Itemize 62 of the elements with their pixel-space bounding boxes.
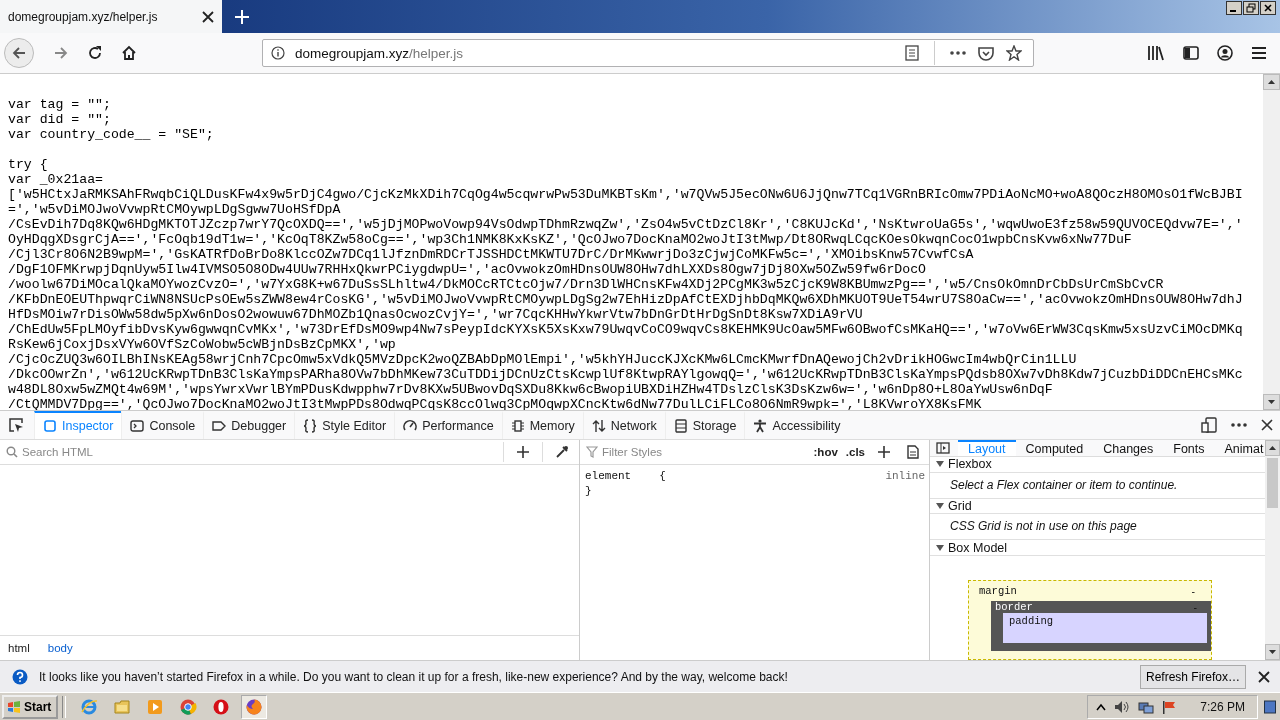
clock: 7:26 PM <box>1200 699 1245 714</box>
devtools-tab[interactable]: Memory <box>501 411 583 439</box>
code-line: /woolw67DiMOcalQkaMOYwozCvzO=','w7YxG8K+w67DuSsSLhltw4/DkMOCcRTCtcOjw7/Drn3DlWHCnsKFw4XDj2PCgMK3w5zCjcK9W8KBUmwzPg==','w5/CnsOkOmnDrCbDsUrCmSbCvCR <box>8 277 1164 292</box>
breadcrumb[interactable]: body <box>47 642 73 654</box>
code-line: var tag = ""; <box>8 97 111 112</box>
sidebar-tab[interactable]: Layout <box>958 440 1016 456</box>
section-header[interactable]: Box Model <box>930 540 1265 556</box>
start-button[interactable]: Start <box>2 694 59 719</box>
browser-tab[interactable]: domegroupjam.xyz/helper.js <box>0 0 222 33</box>
section-message: Select a Flex container or item to continue. <box>930 472 1265 499</box>
search-field[interactable]: Search HTML <box>22 446 495 458</box>
devtools-tab[interactable]: Performance <box>394 411 502 439</box>
address-bar[interactable]: domegroupjam.xyz/helper.js <box>262 39 1034 67</box>
brace: } <box>585 484 593 499</box>
box-value: - <box>1191 585 1195 597</box>
code-line: w48DL8Oxw5wZMQt4w69M','wpsYwrxVwrlBYmPDusKdwpphw7rDv8KXw5UBwovDqSXDu8Kkw6cBwopiUBXDiHZHw4TDslzClsK3DsKzw6w=','w6nDp8O+L8OaYwUsw6nDqF <box>8 382 1053 397</box>
code-line: ['w5HCtxJaRMKSAhFRwqbCiQLDusKFw4x9w5rDjC4gwo/CjcKzMkXDih7CqOg4w5cqwrwPw53DuMKBTsKm','w7QVw5J5ecONw6U6JjQnw7TCq1VGRnBRIcOmw7PDiAoNcMO+woA8QOczH8OMOsO1fWcBJBI <box>8 187 1243 202</box>
box-label: padding <box>1009 615 1054 627</box>
section-header[interactable]: Flexbox <box>930 457 1265 473</box>
code-line: OyHDqgXDsgrCjA==','FcOqb19dT1w=','KcOqT8KZw58oCg==','wp3Ch1NMK8KxKsKZ','QcOJwo7DocKnaMO2woJtI3tMwp/Dt8ORwqLCqcKOesOkwqnCocO1wpbCnsKvw6xNw77DuF <box>8 232 1132 247</box>
code-line: var did = ""; <box>8 112 111 127</box>
code-line: /ChEdUw5FpLMOyfibDvsKyw6gwwqnCvMKx','w73DrEfDsMO9wp4Nw7sPeypIdcKYXsK5XsKxw79UwqvCoCO9wqvCs8KEHMK9UcOaw5MFw6OBwofCsMKaHQ==','w7oVw6ErWW3CqsKmw5xsUzvCiMOcDMKq <box>8 322 1243 337</box>
box-label: margin <box>979 585 1017 597</box>
code-line: try { <box>8 157 48 172</box>
devtools-tab[interactable]: Inspector <box>34 411 122 439</box>
code-line: /CjcOcZUQ3w6OILBhINsKEAg58wrjCnh7CpcOmw5xVdkQ5MVzDpcK2woQZBAbDpMOlEmpi','w5khYHJuccKJXcKMw6LCmcKMwrfDnAQewojCh2vDrikHOGwcIm4wbQrCin1LLU <box>8 352 1077 367</box>
devtools-tab[interactable]: Network <box>582 411 665 439</box>
refresh-button[interactable]: Refresh Firefox… <box>1139 664 1246 689</box>
url-text: domegroupjam.xyz/helper.js <box>295 45 464 61</box>
sidebar-tab[interactable]: Fonts <box>1163 440 1215 456</box>
code-line: /KFbDnEOEUThpwqrCiWN8NSUcPsOEw5sZWW8ew4rCosKG','w5vDiMOJwoVvwpRtCMOywpLDgSg2w7EhHizDpAfCtEXDjhbDqMKQw6XDhMKUOT9UeT54wrU7S8OaCw==','acOvwokzOmHDnsOUW8OHw7dhJ <box>8 292 1243 307</box>
rule-source[interactable]: inline <box>885 469 925 484</box>
box-label: border <box>995 601 1033 613</box>
box-value: - <box>1193 601 1197 613</box>
devtools-tab[interactable]: Accessibility <box>744 411 849 439</box>
sidebar-tab[interactable]: Animat <box>1214 440 1265 456</box>
section-header[interactable]: Grid <box>930 498 1265 515</box>
toggle-button[interactable]: .cls <box>845 446 865 458</box>
brace: { <box>659 469 666 484</box>
code-line: /DkcOOwrZn','w612UcKRwpTDnB3ClsKaYmpsPARha8OVw7bDhMKew73CuTDDijDCnUzCtsKcwplUf8KtwpRAYlgowqQ=','w612UcKRwpTDnB3ClsKaYmpsPQdsb8OXw7vDh8Kdw7jCuzbDiDDCnEHCsMKc <box>8 367 1243 382</box>
toggle-button[interactable]: :hov <box>813 446 838 458</box>
code-line: /DgF1OFMKrwpjDqnUyw5Ilw4IVMSO5O8ODw4UUw7RHHxQkwrPCiygdwpU=','acOvwokzOmHDnsOUW8OHw7dhLXXDs8Ogw7jDj8OXw5OZw59fw6rDocO <box>8 262 926 277</box>
code-line: var _0x21aa= <box>8 172 103 187</box>
code-line: HfDsMOiw7rDisOWw58dw5pXw6nDosO2wowuw67DhMOZb1QnasOcwozCvjY=','wr7CqcKHHwYkwrVtw7bDnGrDtHrDgSnDt8Ksw7XDiA9rVU <box>8 307 863 322</box>
code-line: /CtQMMDV7Dpg==','QcOJwo7DocKnaMO2woJtI3tMwpPDs8OdwqPCqsK8ccOlwq3CpMOqwpXCncKtw6dNw77DulLCiFLCo8O6NmR9wpk=','L8KVwroYX8KsFMK <box>8 397 982 410</box>
devtools-tab[interactable]: Debugger <box>203 411 295 439</box>
devtools-tab[interactable]: Console <box>121 411 204 439</box>
code-line: =','w5vDiMOJwoVvwpRtCMOywpLDgSgww7UoHSfDpA <box>8 202 341 217</box>
code-line: /Cjl3Cr8O6N2B9wpM=','GsKATRfDoBrDo8KlccOZw7DCq1lJfznDmRDCrTJSSHDCtMKWTU7DrC/DrMKwwrjDo3zCjwjCoMKFw5c=','XMOibsKnw57CvwfCsA <box>8 247 974 262</box>
section-message: CSS Grid is not in use on this page <box>930 514 1265 541</box>
devtools-tab[interactable]: Style Editor <box>294 411 395 439</box>
tab-title: domegroupjam.xyz/helper.js <box>8 9 159 24</box>
notification-message: It looks like you haven’t started Firefox in a while. Do you want to clean it up for a fresh, like-new experience? And by the way, welcome back! <box>39 669 788 684</box>
filter-field[interactable]: Filter Styles <box>602 446 806 458</box>
sidebar-tab[interactable]: Changes <box>1093 440 1164 456</box>
code-line: var country_code__ = "SE"; <box>8 127 214 142</box>
sidebar-tab[interactable]: Computed <box>1015 440 1094 456</box>
code-line: RsKew6jCoxjDsxVYw6OVfSzCoWobw5cWBjnDsBzCpMKX','wp <box>8 337 396 352</box>
code-line: /CsEvDih7Dq8KQw6HDgMKTOTJZczp7wrY7QcOXDQ==','w5jDjMOPwoVowp94VsOdwpTDhmRzwqZw','ZsO4w5vCtDzCl8Kr','C8KUJcKd','NsKtwroUaG5s','wqwUwoE3fz58w59QUVOCEQdvw7E=',' <box>8 217 1243 232</box>
rule-selector: element <box>585 469 632 484</box>
breadcrumb[interactable]: html <box>8 642 30 654</box>
devtools-tab[interactable]: Storage <box>664 411 745 439</box>
